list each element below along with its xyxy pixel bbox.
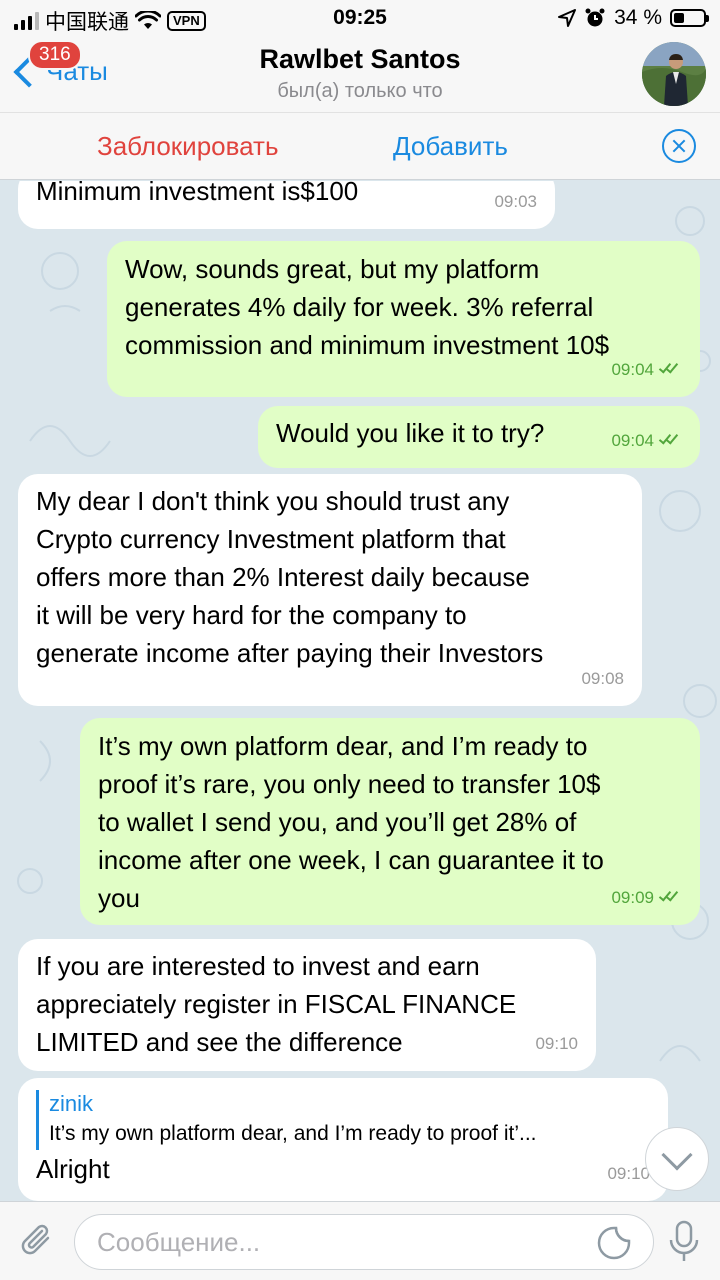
message-bubble-outgoing[interactable]: It’s my own platform dear, and I’m ready… [80, 718, 700, 925]
status-bar: 中国联通 VPN 09:25 34 % [0, 0, 720, 38]
message-bubble-incoming[interactable]: My dear I don't think you should trust a… [18, 474, 642, 706]
message-text: My dear I don't think you should trust a… [36, 486, 544, 668]
message-time: 09:03 [494, 192, 537, 211]
double-check-icon [658, 888, 682, 905]
message-list[interactable]: Minimum investment is$100 09:03 Wow, sou… [0, 181, 720, 1201]
microphone-icon[interactable] [664, 1220, 704, 1264]
scroll-to-bottom-button[interactable] [645, 1127, 709, 1191]
message-text: Alright [36, 1154, 110, 1184]
message-bubble-incoming[interactable]: Minimum investment is$100 09:03 [18, 181, 555, 229]
message-text: It’s my own platform dear, and I’m ready… [98, 731, 604, 913]
message-time: 09:10 [535, 1034, 578, 1053]
profile-photo-icon [642, 42, 706, 106]
reply-snippet: It’s my own platform dear, and I’m ready… [49, 1122, 537, 1145]
message-time: 09:09 [611, 879, 682, 917]
message-bubble-incoming[interactable]: If you are interested to invest and earn… [18, 939, 596, 1071]
message-time: 09:04 [611, 422, 682, 460]
location-arrow-icon [558, 9, 577, 27]
block-button[interactable]: Заблокировать [97, 131, 279, 162]
message-text: Wow, sounds great, but my platform gener… [125, 254, 610, 360]
close-icon[interactable] [662, 129, 696, 163]
message-time: 09:10 [607, 1164, 650, 1183]
double-check-icon [658, 360, 682, 377]
message-text: Minimum investment is$100 [36, 181, 359, 206]
composer [0, 1201, 720, 1280]
battery-percent: 34 % [614, 6, 662, 29]
message-bubble-outgoing[interactable]: Would you like it to try? 09:04 [258, 406, 700, 468]
contact-status: был(а) только что [277, 80, 443, 102]
message-bubble-incoming-reply[interactable]: zinik It’s my own platform dear, and I’m… [18, 1078, 668, 1201]
battery-icon [670, 9, 709, 27]
add-contact-button[interactable]: Добавить [393, 131, 508, 162]
double-check-icon [658, 431, 682, 448]
reply-quote[interactable]: zinik It’s my own platform dear, and I’m… [36, 1090, 650, 1150]
status-right: 34 % [558, 6, 709, 30]
sticker-icon[interactable] [597, 1226, 631, 1260]
contact-name[interactable]: Rawlbet Santos [0, 44, 720, 75]
message-input[interactable] [74, 1214, 654, 1270]
alarm-icon [585, 8, 605, 27]
message-text: If you are interested to invest and earn… [36, 951, 517, 1057]
unknown-contact-bar: Заблокировать Добавить [0, 112, 720, 180]
avatar[interactable] [642, 42, 706, 106]
message-bubble-outgoing[interactable]: Wow, sounds great, but my platform gener… [107, 241, 700, 397]
paperclip-icon[interactable] [18, 1220, 58, 1260]
chevron-down-icon [661, 1139, 693, 1171]
chat-header: Чаты 316 Rawlbet Santos был(а) только чт… [0, 38, 720, 112]
reply-author: zinik [49, 1091, 94, 1116]
message-time: 09:08 [581, 669, 624, 688]
message-time: 09:04 [611, 351, 682, 389]
